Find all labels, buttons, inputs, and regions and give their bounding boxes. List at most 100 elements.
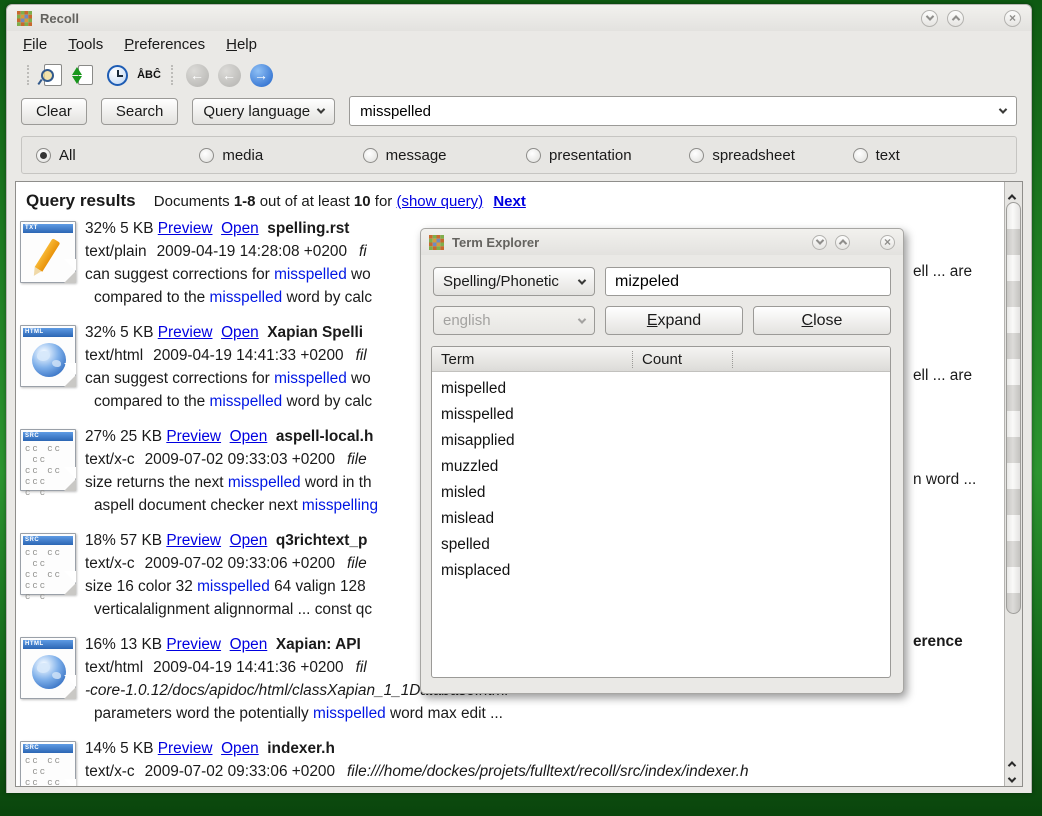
result-text-fragment: ell ... are	[913, 263, 972, 281]
search-document-icon	[44, 64, 62, 86]
term-row[interactable]: mislead	[432, 506, 890, 532]
scroll-up-icon[interactable]	[1009, 187, 1017, 195]
search-entry-combo[interactable]	[349, 96, 1017, 126]
result-title-fragment: erence	[913, 633, 963, 651]
filter-message[interactable]: message	[363, 147, 526, 164]
close-window-button[interactable]: ×	[1004, 10, 1021, 27]
shade-down-button[interactable]	[812, 235, 827, 250]
scrollbar-thumb[interactable]	[1006, 202, 1021, 614]
dialog-titlebar[interactable]: Term Explorer ×	[421, 229, 903, 255]
preview-link[interactable]: Preview	[158, 324, 213, 341]
results-scrollbar[interactable]	[1004, 182, 1022, 786]
language-dropdown[interactable]: english	[433, 306, 595, 335]
preview-link[interactable]: Preview	[166, 532, 221, 549]
filter-all[interactable]: All	[36, 147, 199, 164]
relevance-percent: 32%	[85, 324, 116, 341]
file-size: 25 KB	[120, 428, 162, 445]
term-row[interactable]: misplaced	[432, 558, 890, 584]
term-row[interactable]: misspelled	[432, 402, 890, 428]
preview-link[interactable]: Preview	[158, 740, 213, 757]
term-input-wrap	[605, 267, 891, 296]
source-code-icon: cc cc cccc cccccc c	[25, 756, 62, 786]
term-input[interactable]	[606, 268, 890, 295]
open-link[interactable]: Open	[230, 532, 268, 549]
scroll-up-icon[interactable]	[1009, 754, 1017, 762]
close-dialog-button[interactable]: ×	[880, 235, 895, 250]
dialog-title: Term Explorer	[452, 235, 539, 250]
result-text-fragment: ell ... are	[913, 367, 972, 385]
filter-spreadsheet[interactable]: spreadsheet	[689, 147, 852, 164]
term-row[interactable]: spelled	[432, 532, 890, 558]
html-document-icon: HTML	[20, 637, 76, 699]
filter-media[interactable]: media	[199, 147, 362, 164]
open-link[interactable]: Open	[230, 636, 268, 653]
open-link[interactable]: Open	[221, 740, 259, 757]
txt-document-icon: TXT	[20, 221, 76, 283]
expansion-mode-dropdown[interactable]: Spelling/Phonetic	[433, 267, 595, 296]
pencil-icon	[35, 238, 61, 272]
relevance-percent: 18%	[85, 532, 116, 549]
scroll-down-icon[interactable]	[1009, 770, 1017, 778]
source-document-icon: SRC cc cc cccc cccccc c	[20, 533, 76, 595]
find-document-tool-button[interactable]	[40, 62, 66, 88]
term-row[interactable]: misled	[432, 480, 890, 506]
toolbar-drag-handle[interactable]	[171, 65, 175, 85]
shade-up-button[interactable]	[835, 235, 850, 250]
preview-link[interactable]: Preview	[166, 428, 221, 445]
close-button[interactable]: Close	[753, 306, 891, 335]
open-link[interactable]: Open	[230, 428, 268, 445]
chevron-down-icon	[578, 315, 586, 323]
expand-button[interactable]: Expand	[605, 306, 743, 335]
result-url: fil	[356, 659, 367, 676]
clear-button[interactable]: Clear	[21, 98, 87, 125]
term-row[interactable]: mispelled	[432, 376, 890, 402]
result-url: file	[347, 451, 367, 468]
search-input[interactable]	[350, 103, 1000, 120]
results-range: 1-8	[234, 193, 256, 210]
column-header-term[interactable]: Term	[432, 351, 632, 368]
globe-icon	[32, 343, 66, 377]
search-button[interactable]: Search	[101, 98, 179, 125]
result-date: 2009-04-19 14:41:33 +0200	[153, 347, 343, 364]
chevron-down-icon	[925, 12, 933, 20]
toolbar-drag-handle[interactable]	[27, 65, 31, 85]
mime-type: text/x-c	[85, 555, 135, 572]
radio-icon	[36, 148, 51, 163]
main-titlebar[interactable]: Recoll ×	[7, 5, 1031, 31]
query-language-label: Query language	[203, 103, 310, 120]
sort-by-date-tool-button[interactable]	[104, 62, 130, 88]
menu-help[interactable]: Help	[226, 36, 257, 53]
term-row[interactable]: muzzled	[432, 454, 890, 480]
menu-file[interactable]: File	[23, 36, 47, 53]
preview-link[interactable]: Preview	[166, 636, 221, 653]
filter-presentation[interactable]: presentation	[526, 147, 689, 164]
page-back-button[interactable]: ←	[216, 62, 242, 88]
page-forward-button[interactable]: →	[248, 62, 274, 88]
column-header-count[interactable]: Count	[632, 351, 732, 368]
mime-type: text/x-c	[85, 451, 135, 468]
results-header: Query results Documents 1-8 out of at le…	[16, 182, 1004, 215]
menu-tools[interactable]: Tools	[68, 36, 103, 53]
show-query-link[interactable]: (show query)	[396, 193, 483, 210]
open-link[interactable]: Open	[221, 324, 259, 341]
query-language-dropdown[interactable]: Query language	[192, 98, 335, 125]
next-page-link[interactable]: Next	[493, 193, 526, 210]
chevron-down-icon	[317, 105, 325, 113]
open-link[interactable]: Open	[221, 220, 259, 237]
shade-down-button[interactable]	[921, 10, 938, 27]
radio-icon	[853, 148, 868, 163]
term-explorer-tool-button[interactable]: ÅBĈ	[136, 62, 162, 88]
shade-up-button[interactable]	[947, 10, 964, 27]
chevron-down-icon	[815, 236, 823, 244]
result-title: indexer.h	[267, 740, 335, 757]
term-row[interactable]: misapplied	[432, 428, 890, 454]
menubar: File Tools Preferences Help	[7, 31, 1031, 58]
menu-preferences[interactable]: Preferences	[124, 36, 205, 53]
history-back-button[interactable]: ←	[184, 62, 210, 88]
forward-arrow-icon: →	[250, 64, 273, 87]
update-index-tool-button[interactable]	[72, 62, 98, 88]
chevron-up-icon	[951, 15, 959, 23]
filter-text[interactable]: text	[853, 147, 1016, 164]
preview-link[interactable]: Preview	[158, 220, 213, 237]
language-value: english	[443, 312, 491, 329]
